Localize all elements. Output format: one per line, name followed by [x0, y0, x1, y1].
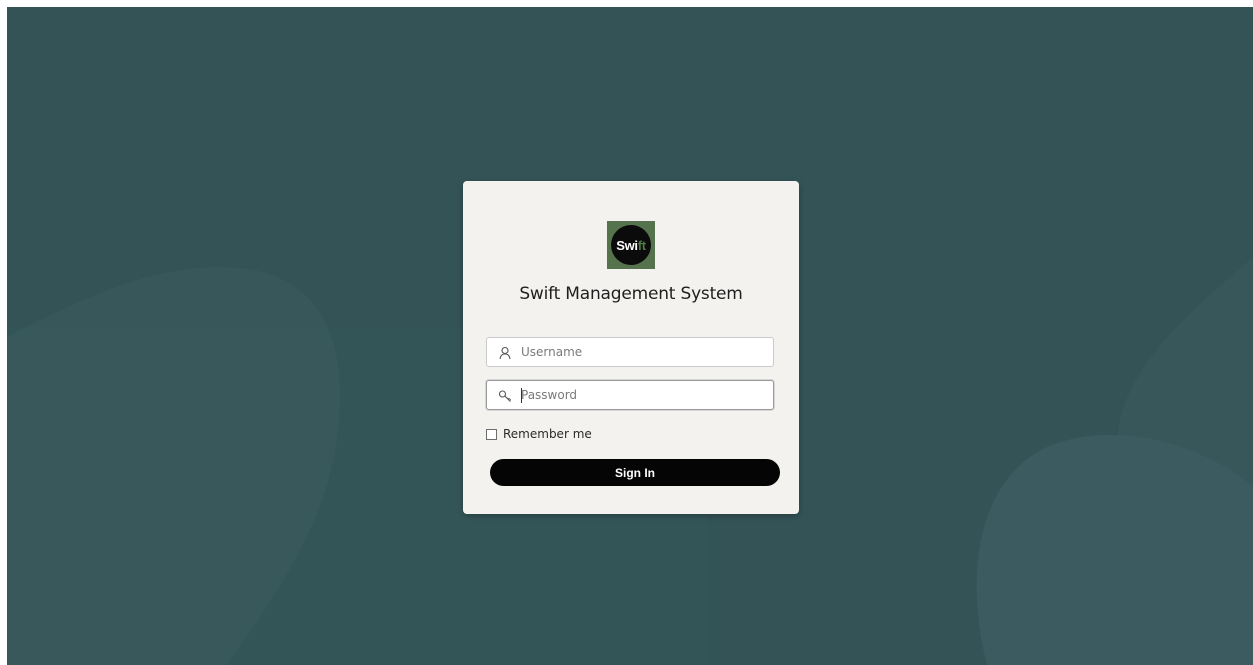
username-field[interactable] [486, 337, 774, 367]
key-icon [498, 390, 511, 402]
logo-text-main: Swi [616, 237, 638, 253]
remember-me-label: Remember me [503, 427, 592, 441]
login-page-background: Swift Swift Management System Remember m… [7, 7, 1253, 665]
text-caret [521, 388, 522, 403]
password-input[interactable] [521, 381, 769, 409]
username-input[interactable] [521, 338, 769, 366]
password-field[interactable] [486, 380, 774, 410]
logo-badge: Swi ft [611, 225, 651, 265]
remember-me[interactable]: Remember me [486, 427, 592, 441]
page-title: Swift Management System [519, 284, 743, 304]
login-card: Swift Swift Management System Remember m… [463, 181, 799, 514]
logo-text-accent: ft [637, 237, 646, 253]
remember-me-checkbox[interactable] [486, 428, 497, 440]
user-icon [499, 346, 511, 360]
app-logo: Swi ft [607, 221, 655, 269]
sign-in-button[interactable]: Sign In [490, 459, 780, 486]
